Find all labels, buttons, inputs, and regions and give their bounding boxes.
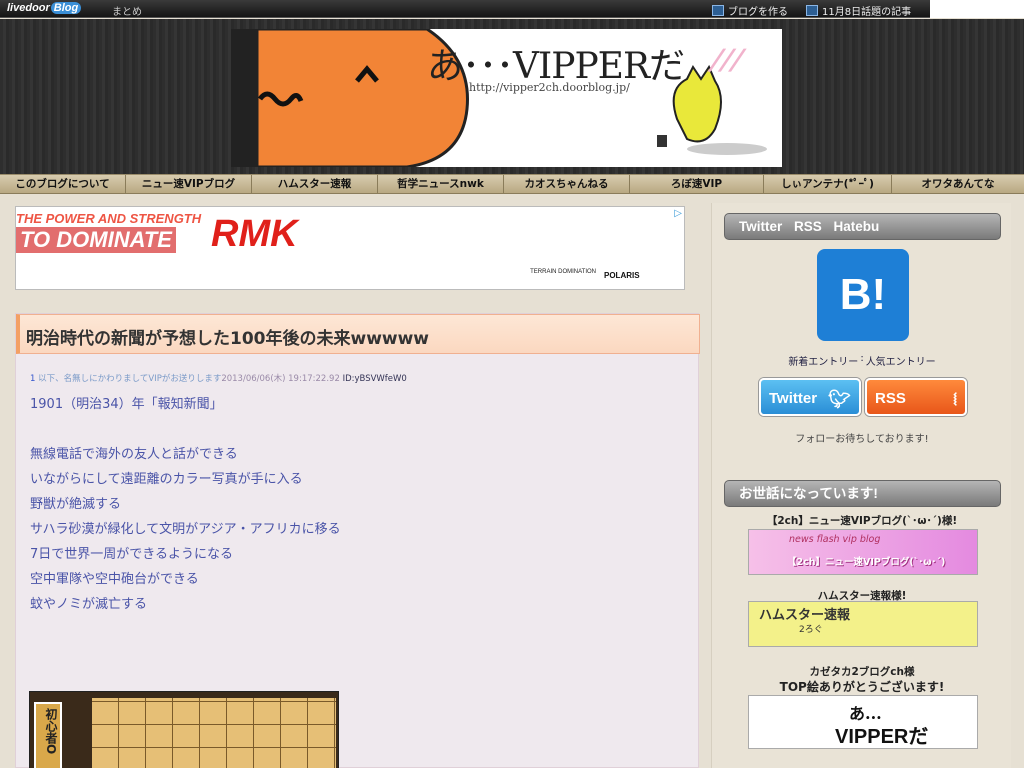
- nav-item-shii-antenna[interactable]: しぃアンテナ(*ﾟｰﾟ): [764, 175, 892, 194]
- post-body: 1901（明治34）年「報知新聞」 無線電話で海外の友人と話ができる いながらに…: [30, 392, 341, 617]
- ad-polaris-logo: POLARIS: [604, 271, 640, 280]
- global-nav: このブログについて ニュー速VIPブログ ハムスター速報 哲学ニュースnwk カ…: [0, 174, 1024, 194]
- adchoices-icon[interactable]: ▷: [674, 208, 682, 219]
- nav-item-tetsugaku[interactable]: 哲学ニュースnwk: [378, 175, 504, 194]
- sidebar-heading-links: お世話になっています!: [724, 480, 1001, 507]
- nav-item-robosoku[interactable]: ろぼ速VIP: [630, 175, 764, 194]
- post-author: 以下、名無しにかわりましてVIPがお送りします: [38, 374, 222, 384]
- hatebu-links-separator: :: [860, 353, 864, 364]
- pencil-icon: [712, 5, 724, 16]
- banner-shadow: [231, 29, 258, 167]
- rss-label: RSS: [875, 390, 906, 407]
- ad-terrain-text: TERRAIN DOMINATION: [530, 269, 596, 275]
- nav-item-owata[interactable]: オワタあんてな: [892, 175, 1024, 194]
- nav-item-hamster[interactable]: ハムスター速報: [252, 175, 378, 194]
- livedoor-topbar: livedoor Blog まとめ ブログを作る 11月8日話題の記事: [0, 0, 1024, 18]
- banner-url: http://vipper2ch.doorblog.jp/: [469, 81, 630, 94]
- ad-brand: RMK: [211, 213, 298, 255]
- follow-text: フォローお待ちしております!: [795, 434, 929, 445]
- topic-label: 11月8日話題の記事: [822, 7, 912, 18]
- shogi-label: 初心者O: [34, 702, 62, 768]
- twitter-bird-icon: 🐦︎: [828, 389, 851, 409]
- link-banner-vip-blog[interactable]: news flash vip blog 【2ch】ニュー速VIPブログ(`･ω･…: [748, 529, 978, 575]
- make-blog-label: ブログを作る: [728, 7, 788, 18]
- post-meta: 1 以下、名無しにかわりましてVIPがお送りします2013/06/06(木) 1…: [30, 372, 407, 384]
- make-blog-link[interactable]: ブログを作る: [712, 3, 788, 18]
- matome-link[interactable]: まとめ: [112, 3, 142, 18]
- link-label-kazetaka-thanks: TOP絵ありがとうございます!: [779, 680, 945, 694]
- post-line: 蚊やノミが滅亡する: [30, 597, 148, 612]
- logo-text: livedoor: [7, 2, 50, 14]
- article-title[interactable]: 明治時代の新聞が予想した100年後の未来wwwww: [26, 324, 429, 349]
- twitter-button[interactable]: Twitter 🐦︎: [759, 378, 861, 416]
- nav-item-vip-blog[interactable]: ニュー速VIPブログ: [126, 175, 252, 194]
- vip-blog-banner-subtitle: news flash vip blog: [789, 534, 881, 545]
- kazetaka-banner-title: VIPPERだ: [835, 726, 929, 748]
- link-banner-kazetaka[interactable]: あ... VIPPERだ: [748, 695, 978, 749]
- link-banner-hamster[interactable]: ハムスター速報 2ろぐ: [748, 601, 978, 647]
- post-line: 無線電話で海外の友人と話ができる: [30, 447, 238, 462]
- shogi-image: 初心者O: [29, 691, 339, 768]
- shogi-board: [92, 698, 336, 768]
- topic-link[interactable]: 11月8日話題の記事: [806, 3, 911, 18]
- vip-blog-banner-title: 【2ch】ニュー速VIPブログ(`･ω･´): [787, 557, 946, 568]
- sidebar: Twitter RSS Hatebu B! 新着エントリー : 人気エントリー …: [711, 203, 1011, 768]
- livedoor-blog-logo[interactable]: livedoor Blog: [7, 2, 82, 16]
- rss-feed-icon: ⧙: [953, 389, 957, 409]
- ad-banner[interactable]: THE POWER AND STRENGTH TO DOMINATE RMK T…: [15, 206, 685, 290]
- article-title-bar: 明治時代の新聞が予想した100年後の未来wwwww: [16, 314, 700, 354]
- hamster-banner-title: ハムスター速報: [759, 608, 851, 623]
- hatebu-links: 新着エントリー : 人気エントリー: [712, 353, 1012, 368]
- article: 明治時代の新聞が予想した100年後の未来wwwww 1 以下、名無しにかわりまし…: [15, 313, 700, 768]
- ad-dominate: TO DOMINATE: [16, 227, 176, 253]
- post-id: ID:yBSVWfeW0: [342, 374, 407, 384]
- link-label-kazetaka[interactable]: カゼタカ2ブログch様: [712, 664, 1012, 679]
- post-line: サハラ砂漠が緑化して文明がアジア・アフリカに移る: [30, 522, 341, 537]
- twitter-label: Twitter: [769, 390, 818, 407]
- post-line: 7日で世界一周ができるようになる: [30, 547, 234, 562]
- rss-button[interactable]: RSS ⧙: [865, 378, 967, 416]
- main-column: THE POWER AND STRENGTH TO DOMINATE RMK T…: [15, 203, 700, 768]
- popular-entries-link[interactable]: 人気エントリー: [866, 353, 936, 368]
- calendar-icon: [806, 5, 818, 16]
- post-line: いながらにして遠距離のカラー写真が手に入る: [30, 472, 303, 487]
- blog-header: あ･･･VIPPERだ http://vipper2ch.doorblog.jp…: [0, 19, 1024, 174]
- hamster-banner-subtitle: 2ろぐ: [799, 625, 823, 635]
- logo-blog-text: Blog: [50, 2, 82, 14]
- post-line: 野獣が絶滅する: [30, 497, 122, 512]
- post-line: 空中軍隊や空中砲台ができる: [30, 572, 199, 587]
- new-entries-link[interactable]: 新着エントリー: [788, 353, 858, 368]
- post-date: 2013/06/06(木) 19:17:22.92: [221, 374, 340, 384]
- nav-item-about[interactable]: このブログについて: [0, 175, 126, 194]
- post-line: 1901（明治34）年「報知新聞」: [30, 397, 223, 412]
- post-number: 1: [30, 374, 36, 384]
- post-line: [30, 417, 341, 442]
- hatena-bookmark-icon[interactable]: B!: [817, 249, 909, 341]
- link-label-vip-blog[interactable]: 【2ch】ニュー速VIPブログ(`･ω･´)様!: [712, 513, 1012, 528]
- header-banner[interactable]: あ･･･VIPPERだ http://vipper2ch.doorblog.jp…: [257, 29, 782, 167]
- nav-item-chaos[interactable]: カオスちゃんねる: [504, 175, 630, 194]
- sidebar-heading-social: Twitter RSS Hatebu: [724, 213, 1001, 240]
- topbar-right-blank: [930, 0, 1024, 18]
- ad-tagline: THE POWER AND STRENGTH: [16, 211, 202, 226]
